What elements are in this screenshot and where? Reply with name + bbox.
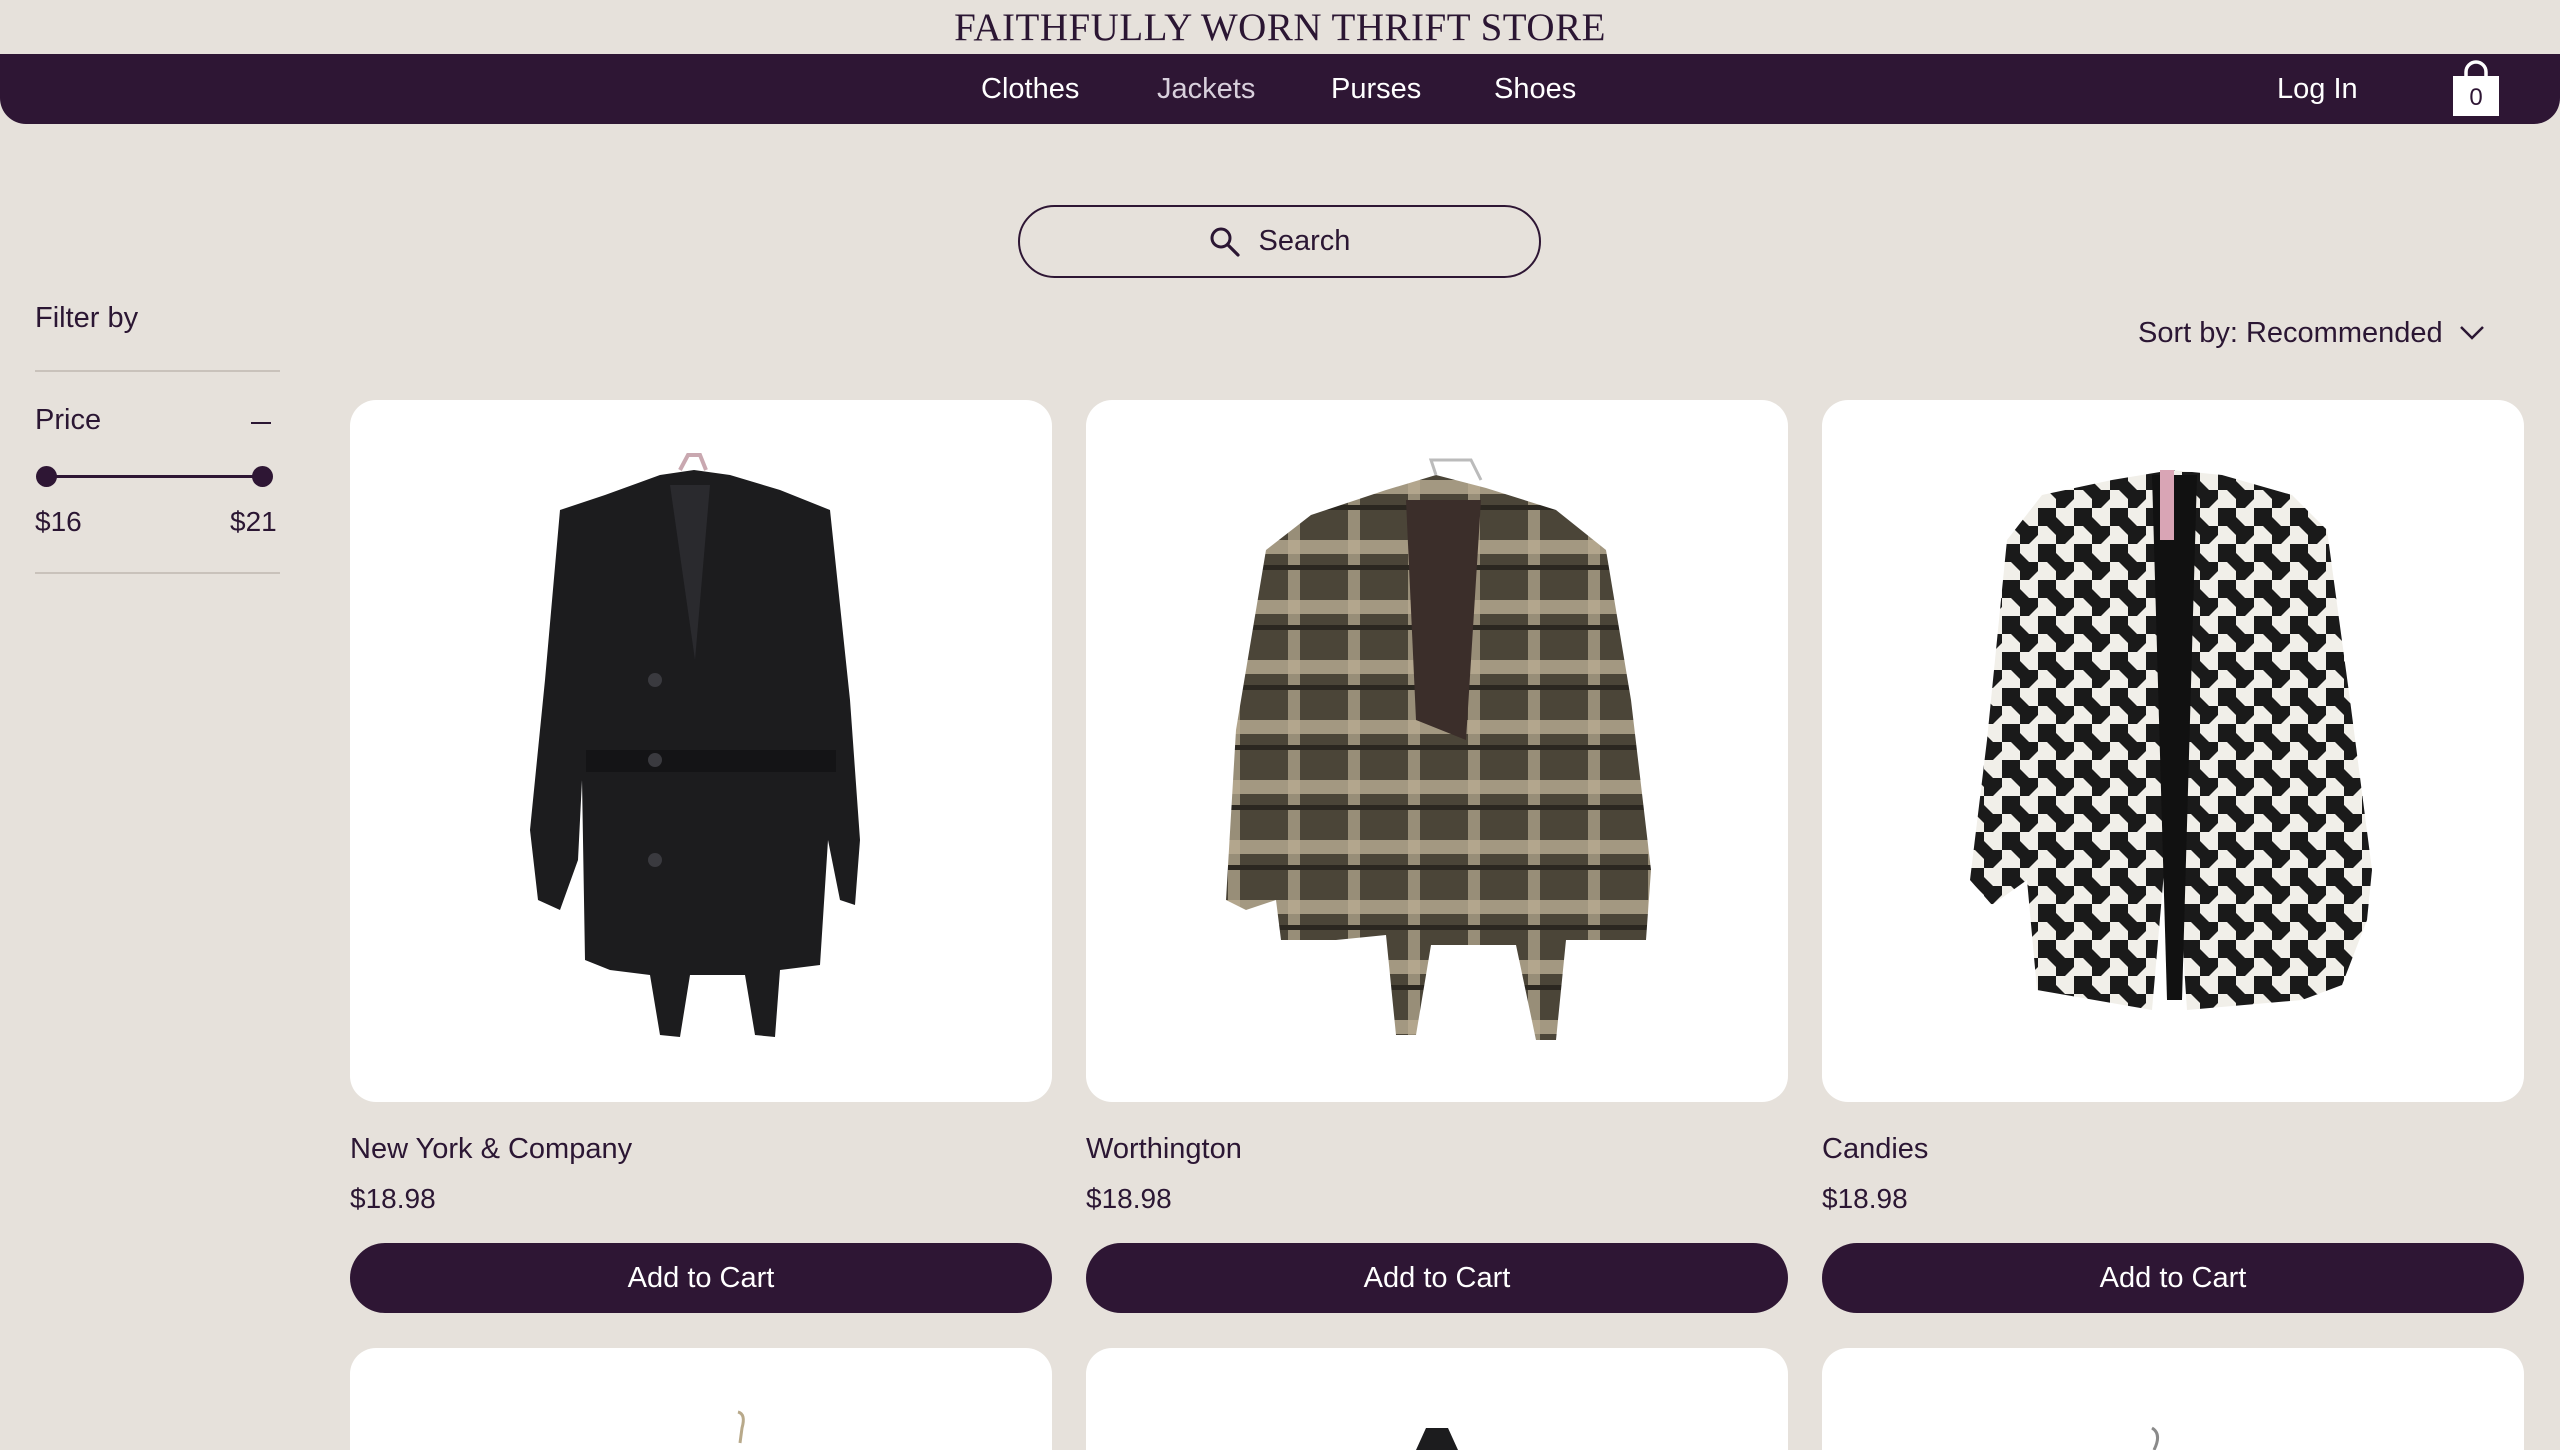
filter-title: Filter by <box>35 302 139 334</box>
product-name[interactable]: Candies <box>1822 1133 1928 1166</box>
price-max-value: $21 <box>230 506 277 537</box>
hanger-image <box>737 1410 745 1444</box>
price-slider-max-handle[interactable] <box>252 466 273 487</box>
nav-item-jackets[interactable]: Jackets <box>1157 54 1255 124</box>
hanger-image <box>2151 1426 2159 1450</box>
cart-count: 0 <box>2469 84 2483 111</box>
price-slider-track[interactable] <box>46 475 262 478</box>
nav-item-shoes[interactable]: Shoes <box>1494 54 1576 124</box>
houndstooth-coat-image <box>1970 470 2372 1010</box>
product-name[interactable]: New York & Company <box>350 1133 632 1166</box>
chevron-down-icon <box>2459 326 2484 340</box>
product-name[interactable]: Worthington <box>1086 1133 1242 1166</box>
product-image-partial[interactable] <box>350 1348 1052 1450</box>
product-image-houndstooth-coat[interactable] <box>1822 400 2524 1102</box>
cart-button[interactable]: 0 <box>2450 58 2502 120</box>
product-image-partial[interactable] <box>1822 1348 2524 1450</box>
add-to-cart-button[interactable]: Add to Cart <box>350 1243 1052 1313</box>
main-navbar: Clothes Jackets Purses Shoes Log In 0 <box>0 54 2560 124</box>
product-image-trench-coat[interactable] <box>350 400 1052 1102</box>
nav-item-clothes[interactable]: Clothes <box>981 54 1079 124</box>
collapse-price-button[interactable] <box>249 400 273 440</box>
product-image-plaid-jacket[interactable] <box>1086 400 1788 1102</box>
price-min-value: $16 <box>35 506 82 537</box>
product-price: $18.98 <box>1086 1183 1172 1214</box>
product-price: $18.98 <box>1822 1183 1908 1214</box>
search-placeholder: Search <box>1258 225 1351 257</box>
add-to-cart-button[interactable]: Add to Cart <box>1086 1243 1788 1313</box>
filter-divider-bottom <box>35 572 280 574</box>
search-input[interactable]: Search <box>1018 205 1541 278</box>
product-image-partial[interactable] <box>1086 1348 1788 1450</box>
product-price: $18.98 <box>350 1183 436 1214</box>
sort-label: Sort by: Recommended <box>2138 316 2443 349</box>
add-to-cart-button[interactable]: Add to Cart <box>1822 1243 2524 1313</box>
price-filter-label[interactable]: Price <box>35 404 101 437</box>
login-link[interactable]: Log In <box>2277 54 2358 124</box>
sort-dropdown[interactable]: Sort by: Recommended <box>2138 313 2485 353</box>
search-icon <box>1210 227 1240 257</box>
black-trench-coat-image <box>530 453 860 1037</box>
price-slider-min-handle[interactable] <box>36 466 57 487</box>
nav-item-purses[interactable]: Purses <box>1331 54 1421 124</box>
plaid-jacket-image <box>1226 458 1651 1040</box>
store-title[interactable]: FAITHFULLY WORN THRIFT STORE <box>0 0 2560 54</box>
filter-divider-top <box>35 370 280 372</box>
hanger-image <box>1416 1428 1458 1450</box>
